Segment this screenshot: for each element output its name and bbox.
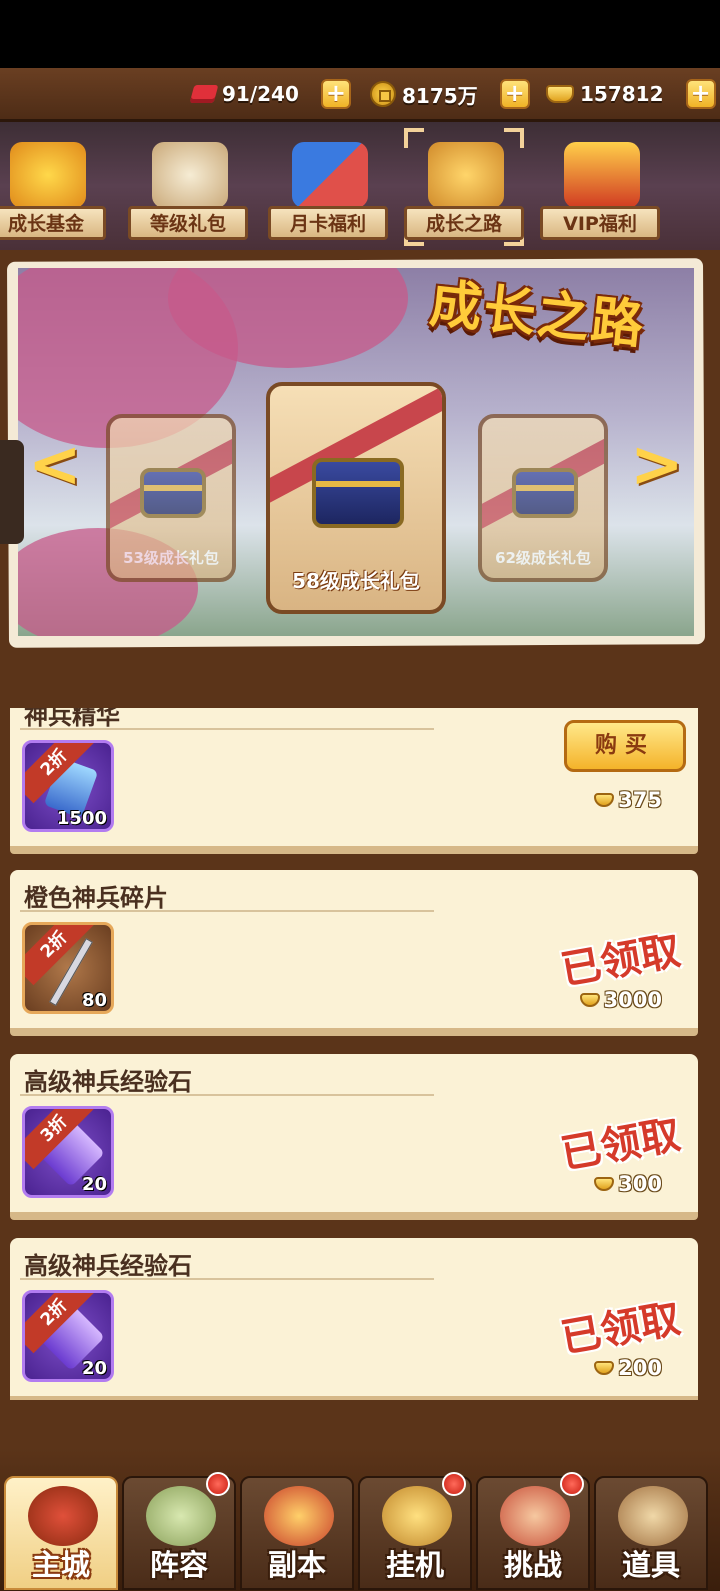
list-item: 神兵精华 2折 1500 购买 375	[10, 708, 698, 854]
item-quantity: 1500	[56, 808, 107, 829]
treasure-chest-icon	[512, 468, 578, 518]
nav-main-city[interactable]: 主城	[4, 1476, 118, 1590]
nav-challenge[interactable]: 挑战	[476, 1472, 590, 1590]
list-item: 高级神兵经验石 2折 20 已领取 200	[10, 1238, 698, 1400]
nav-label: 挂机	[385, 1548, 444, 1582]
list-item: 橙色神兵碎片 2折 80 已领取 3000	[10, 870, 698, 1036]
gold-value: 157812	[580, 82, 664, 106]
side-pull-tab[interactable]	[0, 440, 24, 544]
item-list[interactable]: 神兵精华 2折 1500 购买 375 橙色神兵碎片 2折 80 已领取 300…	[10, 708, 700, 1400]
item-price: 375	[594, 788, 662, 812]
item-quantity: 20	[81, 1358, 107, 1379]
item-price: 300	[594, 1172, 662, 1196]
vip-crown-icon	[564, 142, 640, 208]
gold-ingot-icon	[579, 993, 600, 1007]
item-icon[interactable]: 3折 20	[22, 1106, 114, 1198]
tab-vip[interactable]: VIP福利	[540, 130, 660, 242]
pack-card-62[interactable]: 62级成长礼包	[478, 414, 608, 582]
stamina-resource: 91/240 +	[189, 78, 351, 110]
nav-label: 挑战	[503, 1548, 562, 1582]
tab-label: 成长基金	[7, 213, 84, 235]
buy-button[interactable]: 购买	[564, 720, 686, 772]
item-quantity: 80	[81, 990, 107, 1011]
versus-characters-icon	[500, 1486, 570, 1546]
palace-icon	[28, 1486, 98, 1546]
tab-label: 成长之路	[425, 213, 502, 235]
treasure-bag-icon	[382, 1486, 452, 1546]
item-title: 橙色神兵碎片	[24, 884, 168, 912]
notification-dot	[560, 1472, 584, 1496]
prev-arrow-icon[interactable]: <	[28, 432, 82, 498]
add-stamina-button[interactable]: +	[320, 79, 351, 109]
add-gold-button[interactable]: +	[685, 79, 716, 109]
item-quantity: 20	[81, 1174, 107, 1195]
treasure-chest-icon	[140, 468, 206, 518]
copper-coin-icon	[370, 81, 396, 107]
tab-growth-fund[interactable]: 成长基金	[0, 130, 106, 242]
item-title: 高级神兵经验石	[24, 1068, 192, 1096]
copper-value: 8175万	[402, 83, 478, 108]
gold-ingot-icon	[546, 85, 574, 103]
nav-label: 道具	[621, 1548, 680, 1582]
nav-idle[interactable]: 挂机	[358, 1472, 472, 1590]
resource-bar: 91/240 + 8175万 + 157812 +	[0, 68, 720, 122]
tab-label: VIP福利	[563, 213, 637, 235]
next-arrow-icon[interactable]: >	[630, 432, 684, 498]
item-icon[interactable]: 2折 80	[22, 922, 114, 1014]
nav-label: 主城	[31, 1548, 90, 1582]
tab-level-pack[interactable]: 等级礼包	[128, 130, 248, 242]
add-copper-button[interactable]: +	[499, 79, 530, 109]
tab-label: 月卡福利	[289, 213, 366, 235]
copper-resource: 8175万 +	[370, 78, 530, 110]
item-bag-icon	[618, 1486, 688, 1546]
item-icon[interactable]: 2折 20	[22, 1290, 114, 1382]
item-price: 3000	[579, 988, 662, 1012]
fan-icon	[146, 1486, 216, 1546]
tab-growth-road[interactable]: 成长之路	[404, 128, 524, 246]
claimed-stamp: 已领取	[557, 1111, 684, 1179]
scroll-icon	[152, 142, 228, 208]
gold-trophy-icon	[10, 142, 86, 208]
notification-dot	[206, 1472, 230, 1496]
claimed-stamp: 已领取	[557, 1295, 684, 1363]
bun-character-icon	[428, 142, 504, 208]
claimed-stamp: 已领取	[557, 927, 684, 995]
card-icon	[292, 142, 368, 208]
gold-ingot-icon	[594, 1361, 615, 1375]
nav-lineup[interactable]: 阵容	[122, 1472, 236, 1590]
item-icon[interactable]: 2折 1500	[22, 740, 114, 832]
gold-ingot-icon	[594, 793, 615, 807]
item-price: 200	[594, 1356, 662, 1380]
list-item: 高级神兵经验石 3折 20 已领取 300	[10, 1054, 698, 1220]
status-area	[0, 0, 720, 68]
gold-resource: 157812 +	[546, 78, 716, 110]
notification-dot	[442, 1472, 466, 1496]
tab-label: 等级礼包	[149, 213, 226, 235]
nav-items[interactable]: 道具	[594, 1476, 708, 1590]
nav-dungeon[interactable]: 副本	[240, 1476, 354, 1590]
nav-label: 副本	[267, 1548, 326, 1582]
pack-label: 58级成长礼包	[292, 569, 420, 593]
dungeon-icon	[264, 1486, 334, 1546]
tab-monthly-card[interactable]: 月卡福利	[268, 130, 388, 242]
nav-label: 阵容	[149, 1548, 208, 1582]
treasure-chest-icon	[312, 458, 404, 528]
pack-card-53[interactable]: 53级成长礼包	[106, 414, 236, 582]
pack-label: 62级成长礼包	[495, 549, 591, 567]
stamina-value: 91/240	[222, 82, 299, 106]
pack-card-58[interactable]: 58级成长礼包	[266, 382, 446, 614]
stamina-gem-icon	[189, 85, 219, 103]
gold-ingot-icon	[594, 1177, 615, 1191]
pack-label: 53级成长礼包	[123, 549, 219, 567]
item-title: 高级神兵经验石	[24, 1252, 192, 1280]
